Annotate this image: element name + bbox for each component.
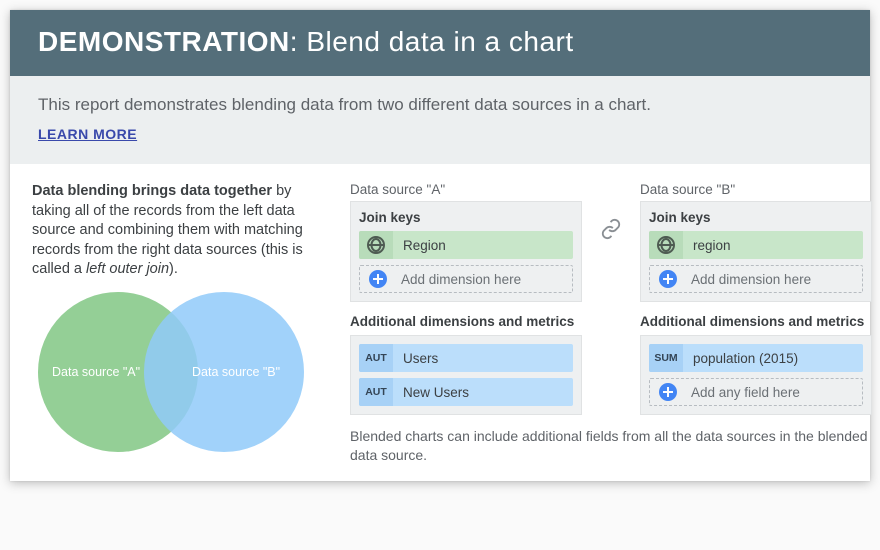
header-rest: Blend data in a chart <box>306 26 573 57</box>
badge-aut: AUT <box>359 378 393 406</box>
panels-row: Data source "A" Join keys Region Add dim… <box>350 182 872 415</box>
panel-a: Data source "A" Join keys Region Add dim… <box>350 182 582 415</box>
header: DEMONSTRATION: Blend data in a chart <box>10 10 870 76</box>
panel-b-add-dimension[interactable]: Add dimension here <box>649 265 863 293</box>
panel-a-add-dim-label: Add dimension here <box>391 272 572 287</box>
right-column: Data source "A" Join keys Region Add dim… <box>350 182 872 465</box>
panel-a-joinblock: Join keys Region Add dimension here <box>350 201 582 302</box>
panel-a-join-field[interactable]: Region <box>359 231 573 259</box>
venn-a-label: Data source "A" <box>52 365 140 379</box>
badge-aut: AUT <box>359 344 393 372</box>
panel-a-field-newusers[interactable]: AUT New Users <box>359 378 573 406</box>
plus-icon <box>659 270 677 288</box>
panel-b-title: Data source "B" <box>640 182 872 197</box>
blurb-strong: Data blending brings data together <box>32 183 272 199</box>
panel-a-field-users-label: Users <box>393 351 573 366</box>
globe-icon <box>359 231 393 259</box>
link-icon <box>598 182 624 240</box>
panel-a-extra-block: AUT Users AUT New Users <box>350 335 582 415</box>
blurb: Data blending brings data together by ta… <box>32 182 332 280</box>
caption: Blended charts can include additional fi… <box>350 427 872 465</box>
panel-a-title: Data source "A" <box>350 182 582 197</box>
panel-a-join-field-label: Region <box>393 238 573 253</box>
blurb-italic: left outer join <box>86 261 169 277</box>
sub-header: This report demonstrates blending data f… <box>10 76 870 164</box>
learn-more-link[interactable]: LEARN MORE <box>38 124 137 145</box>
panel-b-add-any-label: Add any field here <box>681 385 862 400</box>
panel-a-field-users[interactable]: AUT Users <box>359 344 573 372</box>
header-strong: DEMONSTRATION <box>38 26 290 57</box>
panel-b-join-label: Join keys <box>649 210 863 225</box>
plus-icon <box>369 270 387 288</box>
panel-b-field-population[interactable]: SUM population (2015) <box>649 344 863 372</box>
panel-b-field-pop-label: population (2015) <box>683 351 863 366</box>
sub-header-text: This report demonstrates blending data f… <box>38 92 842 118</box>
panel-b-add-any-field[interactable]: Add any field here <box>649 378 863 406</box>
header-colon: : <box>290 26 307 57</box>
panel-a-extra-label: Additional dimensions and metrics <box>350 314 582 329</box>
panel-a-add-dimension[interactable]: Add dimension here <box>359 265 573 293</box>
panel-b-add-dim-label: Add dimension here <box>681 272 862 287</box>
plus-icon <box>659 383 677 401</box>
demo-card: DEMONSTRATION: Blend data in a chart Thi… <box>10 10 870 481</box>
left-column: Data blending brings data together by ta… <box>32 182 332 465</box>
panel-b-extra-label: Additional dimensions and metrics <box>640 314 872 329</box>
panel-b-joinblock: Join keys region Add dimension here <box>640 201 872 302</box>
venn-diagram: Data source "A" Data source "B" <box>32 290 312 460</box>
venn-circle-b: Data source "B" <box>144 292 304 452</box>
panel-b-join-field-label: region <box>683 238 863 253</box>
content: Data blending brings data together by ta… <box>10 164 870 481</box>
panel-b: Data source "B" Join keys region Add dim… <box>640 182 872 415</box>
blurb-tail: ). <box>169 261 178 277</box>
badge-sum: SUM <box>649 344 683 372</box>
globe-icon <box>649 231 683 259</box>
panel-a-join-label: Join keys <box>359 210 573 225</box>
panel-b-join-field[interactable]: region <box>649 231 863 259</box>
venn-b-label: Data source "B" <box>192 365 280 379</box>
panel-a-field-newusers-label: New Users <box>393 385 573 400</box>
panel-b-extra-block: SUM population (2015) Add any field here <box>640 335 872 415</box>
